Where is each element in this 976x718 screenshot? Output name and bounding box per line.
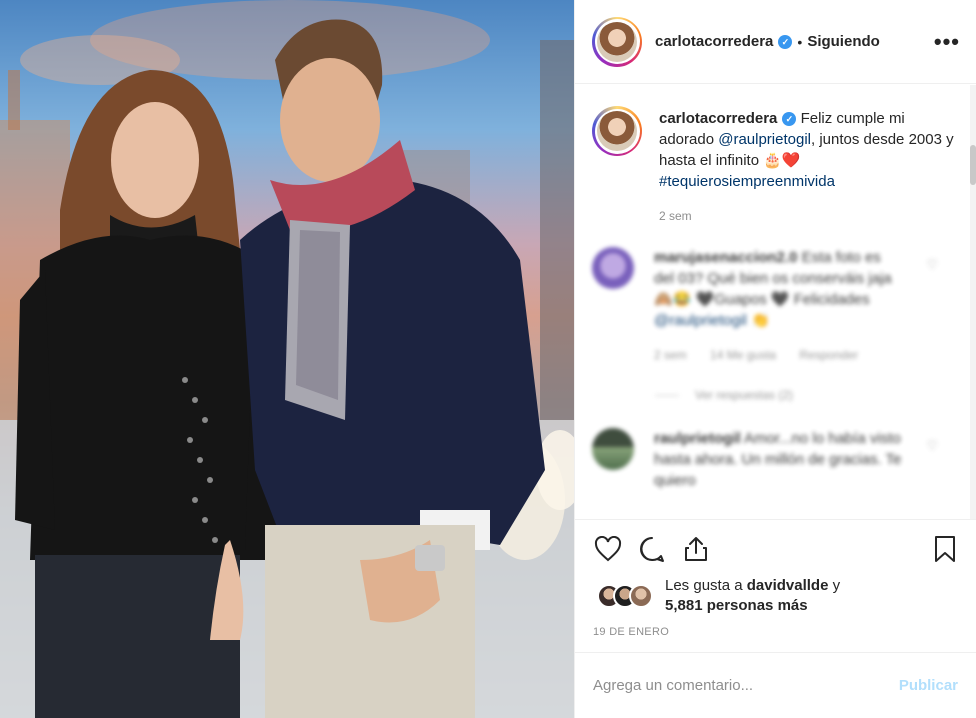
more-options-icon[interactable]: ••• xyxy=(934,30,960,52)
reply-button[interactable]: Responder xyxy=(799,348,858,362)
liker-username[interactable]: davidvalldе xyxy=(747,577,829,594)
post-actions: Les gusta a davidvalldе y 5,881 personas… xyxy=(575,519,976,638)
post-header: carlotacorredera ✓ • Siguiendo ••• xyxy=(575,0,976,84)
heart-icon[interactable] xyxy=(593,534,623,564)
comments-scrollbar[interactable] xyxy=(970,85,976,519)
instagram-post-modal: carlotacorredera ✓ • Siguiendo ••• carlo… xyxy=(0,0,976,718)
caption-hashtag-link[interactable]: #tequierosiempreenmivida xyxy=(659,173,835,190)
separator-dot: • xyxy=(797,33,803,50)
caption-time[interactable]: 2 sem xyxy=(659,206,959,227)
liker-avatars[interactable] xyxy=(597,583,655,609)
comment-like-icon[interactable]: ♡ xyxy=(926,438,938,454)
likes-count[interactable]: 5,881 personas más xyxy=(665,597,808,614)
verified-badge-icon: ✓ xyxy=(778,34,793,49)
replies-line xyxy=(655,394,679,396)
liker-avatar xyxy=(629,584,653,608)
likes-summary: Les gusta a davidvalldе y 5,881 personas… xyxy=(593,576,960,616)
caption-avatar[interactable] xyxy=(592,106,642,156)
comment-mention-link[interactable]: @raulprietogil xyxy=(654,312,747,329)
add-comment-bar: Publicar xyxy=(575,652,976,718)
verified-badge-icon: ✓ xyxy=(782,112,797,126)
caption: carlotacorredera ✓ Feliz cumple mi adorad… xyxy=(575,85,976,227)
caption-mention-link[interactable]: @raulprietogil xyxy=(718,131,811,148)
comment-text-end: 👏 xyxy=(746,312,770,329)
comment-like-icon[interactable]: ♡ xyxy=(926,257,938,273)
comment-meta: 2 sem 14 Me gusta Responder xyxy=(654,345,904,366)
comment-icon[interactable] xyxy=(637,534,667,564)
commenter-avatar[interactable] xyxy=(592,247,634,289)
bookmark-icon[interactable] xyxy=(930,534,960,564)
comment-likes[interactable]: 14 Me gusta xyxy=(710,348,776,362)
post-photo[interactable] xyxy=(0,0,574,718)
post-date[interactable]: 19 DE ENERO xyxy=(593,626,960,638)
comment-username[interactable]: raulprietogil xyxy=(654,430,741,447)
share-icon[interactable] xyxy=(681,534,711,564)
comment-time[interactable]: 2 sem xyxy=(654,348,687,362)
comment-item: marujasenaccion2.0 Esta foto es del 03? … xyxy=(575,247,976,366)
publish-button[interactable]: Publicar xyxy=(899,677,958,694)
photo-illustration xyxy=(0,0,574,718)
scrollbar-thumb[interactable] xyxy=(970,145,976,185)
comment-input[interactable] xyxy=(593,677,899,694)
commenter-avatar[interactable] xyxy=(592,428,634,470)
view-replies-button[interactable]: Ver respuestas (2) xyxy=(655,388,976,402)
author-avatar[interactable] xyxy=(592,16,642,67)
likes-prefix: Les gusta a xyxy=(665,577,747,594)
author-username[interactable]: carlotacorredera xyxy=(655,33,773,50)
following-button[interactable]: Siguiendo xyxy=(807,33,880,50)
comment-username[interactable]: marujasenaccion2.0 xyxy=(654,249,797,266)
likes-mid: y xyxy=(828,577,841,594)
view-replies-label: Ver respuestas (2) xyxy=(695,388,794,402)
blurred-comments: marujasenaccion2.0 Esta foto es del 03? … xyxy=(575,247,976,491)
caption-username[interactable]: carlotacorredera xyxy=(659,110,777,127)
comments-list[interactable]: carlotacorredera ✓ Feliz cumple mi adorad… xyxy=(575,85,976,519)
action-icons-row xyxy=(593,534,960,564)
comment-item: raulprietogil Amor...no lo había visto h… xyxy=(575,428,976,491)
post-side-panel: carlotacorredera ✓ • Siguiendo ••• carlo… xyxy=(574,0,976,718)
